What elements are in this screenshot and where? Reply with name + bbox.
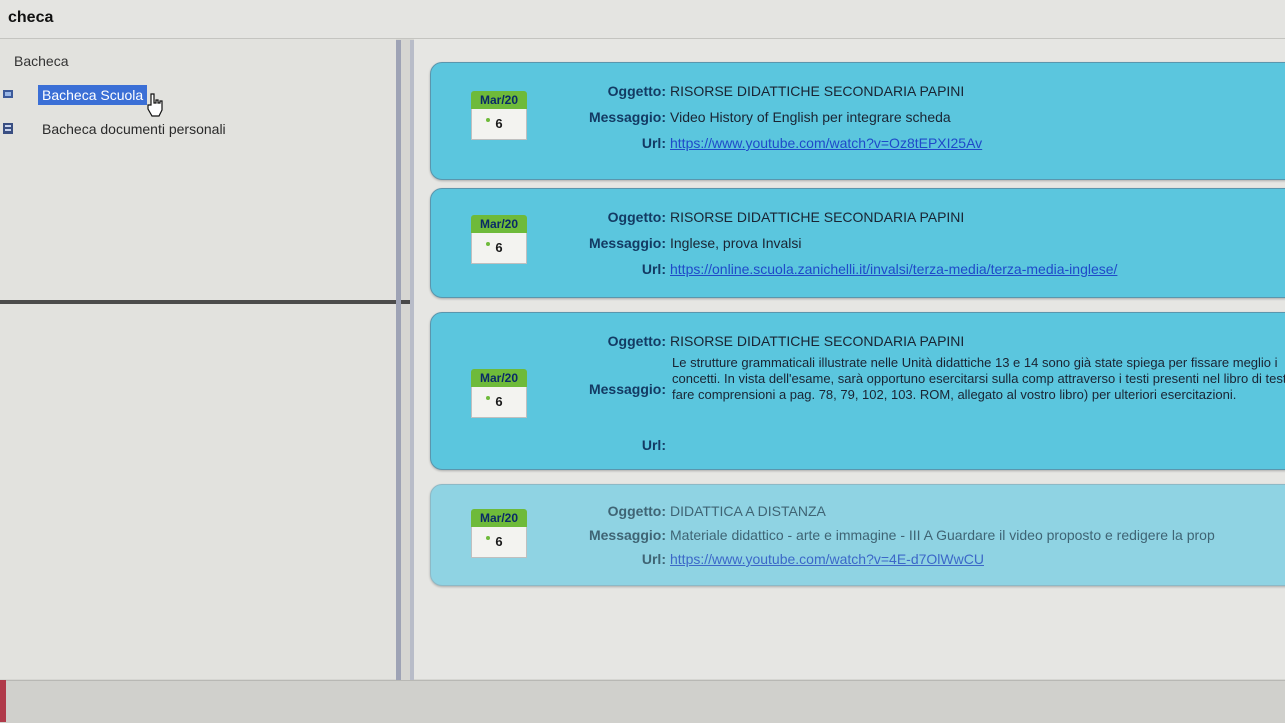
post-url-row: Url: https://www.youtube.com/watch?v=Oz8t… (551, 135, 982, 151)
url-label: Url: (641, 551, 666, 567)
post-subject: RISORSE DIDATTICHE SECONDARIA PAPINI (670, 333, 965, 349)
post-message: Inglese, prova Invalsi (670, 235, 802, 251)
post-card: Mar/20 6 Oggetto: RISORSE DIDATTICHE SECO… (430, 62, 1285, 180)
panel-splitter[interactable] (396, 40, 401, 680)
calendar-icon: Mar/20 6 (471, 91, 527, 149)
post-message: Video History of English per integrare s… (670, 109, 951, 125)
subject-label: Oggetto: (607, 209, 666, 225)
post-message: Le strutture grammaticali illustrate nel… (672, 355, 1285, 402)
calendar-icon: Mar/20 6 (471, 215, 527, 273)
status-bar (0, 680, 1285, 723)
panel-splitter-edge (410, 40, 414, 680)
post-subject-row: Oggetto: RISORSE DIDATTICHE SECONDARIA PA… (551, 333, 965, 349)
calendar-month: Mar/20 (471, 91, 527, 109)
sidebar-item-bacheca-scuola[interactable]: Bacheca Scuola (0, 83, 200, 107)
post-subject: DIDATTICA A DISTANZA (670, 503, 826, 519)
subject-label: Oggetto: (607, 503, 666, 519)
sidebar-item-bacheca-documenti[interactable]: Bacheca documenti personali (0, 117, 300, 141)
sidebar-item-label[interactable]: Bacheca Scuola (38, 85, 148, 105)
subject-label: Oggetto: (607, 83, 666, 99)
sidebar: Bacheca Bacheca Scuola Bacheca documenti… (0, 39, 396, 679)
post-url-row: Url: https://online.scuola.zanichelli.it/… (551, 261, 1118, 277)
post-url-row: Url: (551, 437, 670, 453)
calendar-day: 6 (495, 240, 503, 255)
post-message-row: Messaggio: Video History of English per i… (551, 109, 951, 125)
message-label: Messaggio: (588, 381, 666, 397)
calendar-month: Mar/20 (471, 369, 527, 387)
message-label: Messaggio: (588, 235, 666, 251)
post-message-row: Messaggio: (551, 381, 666, 397)
post-message-row: Messaggio: Materiale didattico - arte e i… (551, 527, 1215, 543)
window-edge-mark (0, 680, 6, 722)
calendar-icon: Mar/20 6 (471, 369, 527, 427)
hand-cursor-icon (147, 93, 163, 117)
message-label: Messaggio: (588, 109, 666, 125)
calendar-month: Mar/20 (471, 509, 527, 527)
url-label: Url: (641, 135, 666, 151)
url-label: Url: (641, 437, 666, 453)
post-message-row: Messaggio: Inglese, prova Invalsi (551, 235, 802, 251)
calendar-day: 6 (495, 394, 503, 409)
sidebar-item-label[interactable]: Bacheca documenti personali (38, 119, 230, 139)
message-label: Messaggio: (588, 527, 666, 543)
post-card: Mar/20 6 Oggetto: DIDATTICA A DISTANZA Me… (430, 484, 1285, 586)
post-subject-row: Oggetto: RISORSE DIDATTICHE SECONDARIA PA… (551, 83, 965, 99)
calendar-icon: Mar/20 6 (471, 509, 527, 567)
post-url-link[interactable]: https://online.scuola.zanichelli.it/inva… (670, 261, 1117, 277)
post-subject: RISORSE DIDATTICHE SECONDARIA PAPINI (670, 209, 965, 225)
document-icon (3, 123, 13, 134)
calendar-day: 6 (495, 116, 503, 131)
calendar-day: 6 (495, 534, 503, 549)
calendar-month: Mar/20 (471, 215, 527, 233)
post-message: Materiale didattico - arte e immagine - … (670, 527, 1215, 543)
url-label: Url: (641, 261, 666, 277)
title-bar: checa (0, 0, 1285, 39)
app-title: checa (8, 9, 54, 26)
post-card: Mar/20 6 Oggetto: RISORSE DIDATTICHE SECO… (430, 188, 1285, 298)
board-icon (3, 90, 13, 98)
post-url-row: Url: https://www.youtube.com/watch?v=4E-d… (551, 551, 984, 567)
post-url-link[interactable]: https://www.youtube.com/watch?v=Oz8tEPXI… (670, 135, 982, 151)
post-subject: RISORSE DIDATTICHE SECONDARIA PAPINI (670, 83, 965, 99)
subject-label: Oggetto: (607, 333, 666, 349)
sidebar-heading[interactable]: Bacheca (14, 53, 68, 69)
post-subject-row: Oggetto: RISORSE DIDATTICHE SECONDARIA PA… (551, 209, 965, 225)
post-card: Mar/20 6 Oggetto: RISORSE DIDATTICHE SECO… (430, 312, 1285, 470)
post-subject-row: Oggetto: DIDATTICA A DISTANZA (551, 503, 826, 519)
post-url-link[interactable]: https://www.youtube.com/watch?v=4E-d7OlW… (670, 551, 984, 567)
